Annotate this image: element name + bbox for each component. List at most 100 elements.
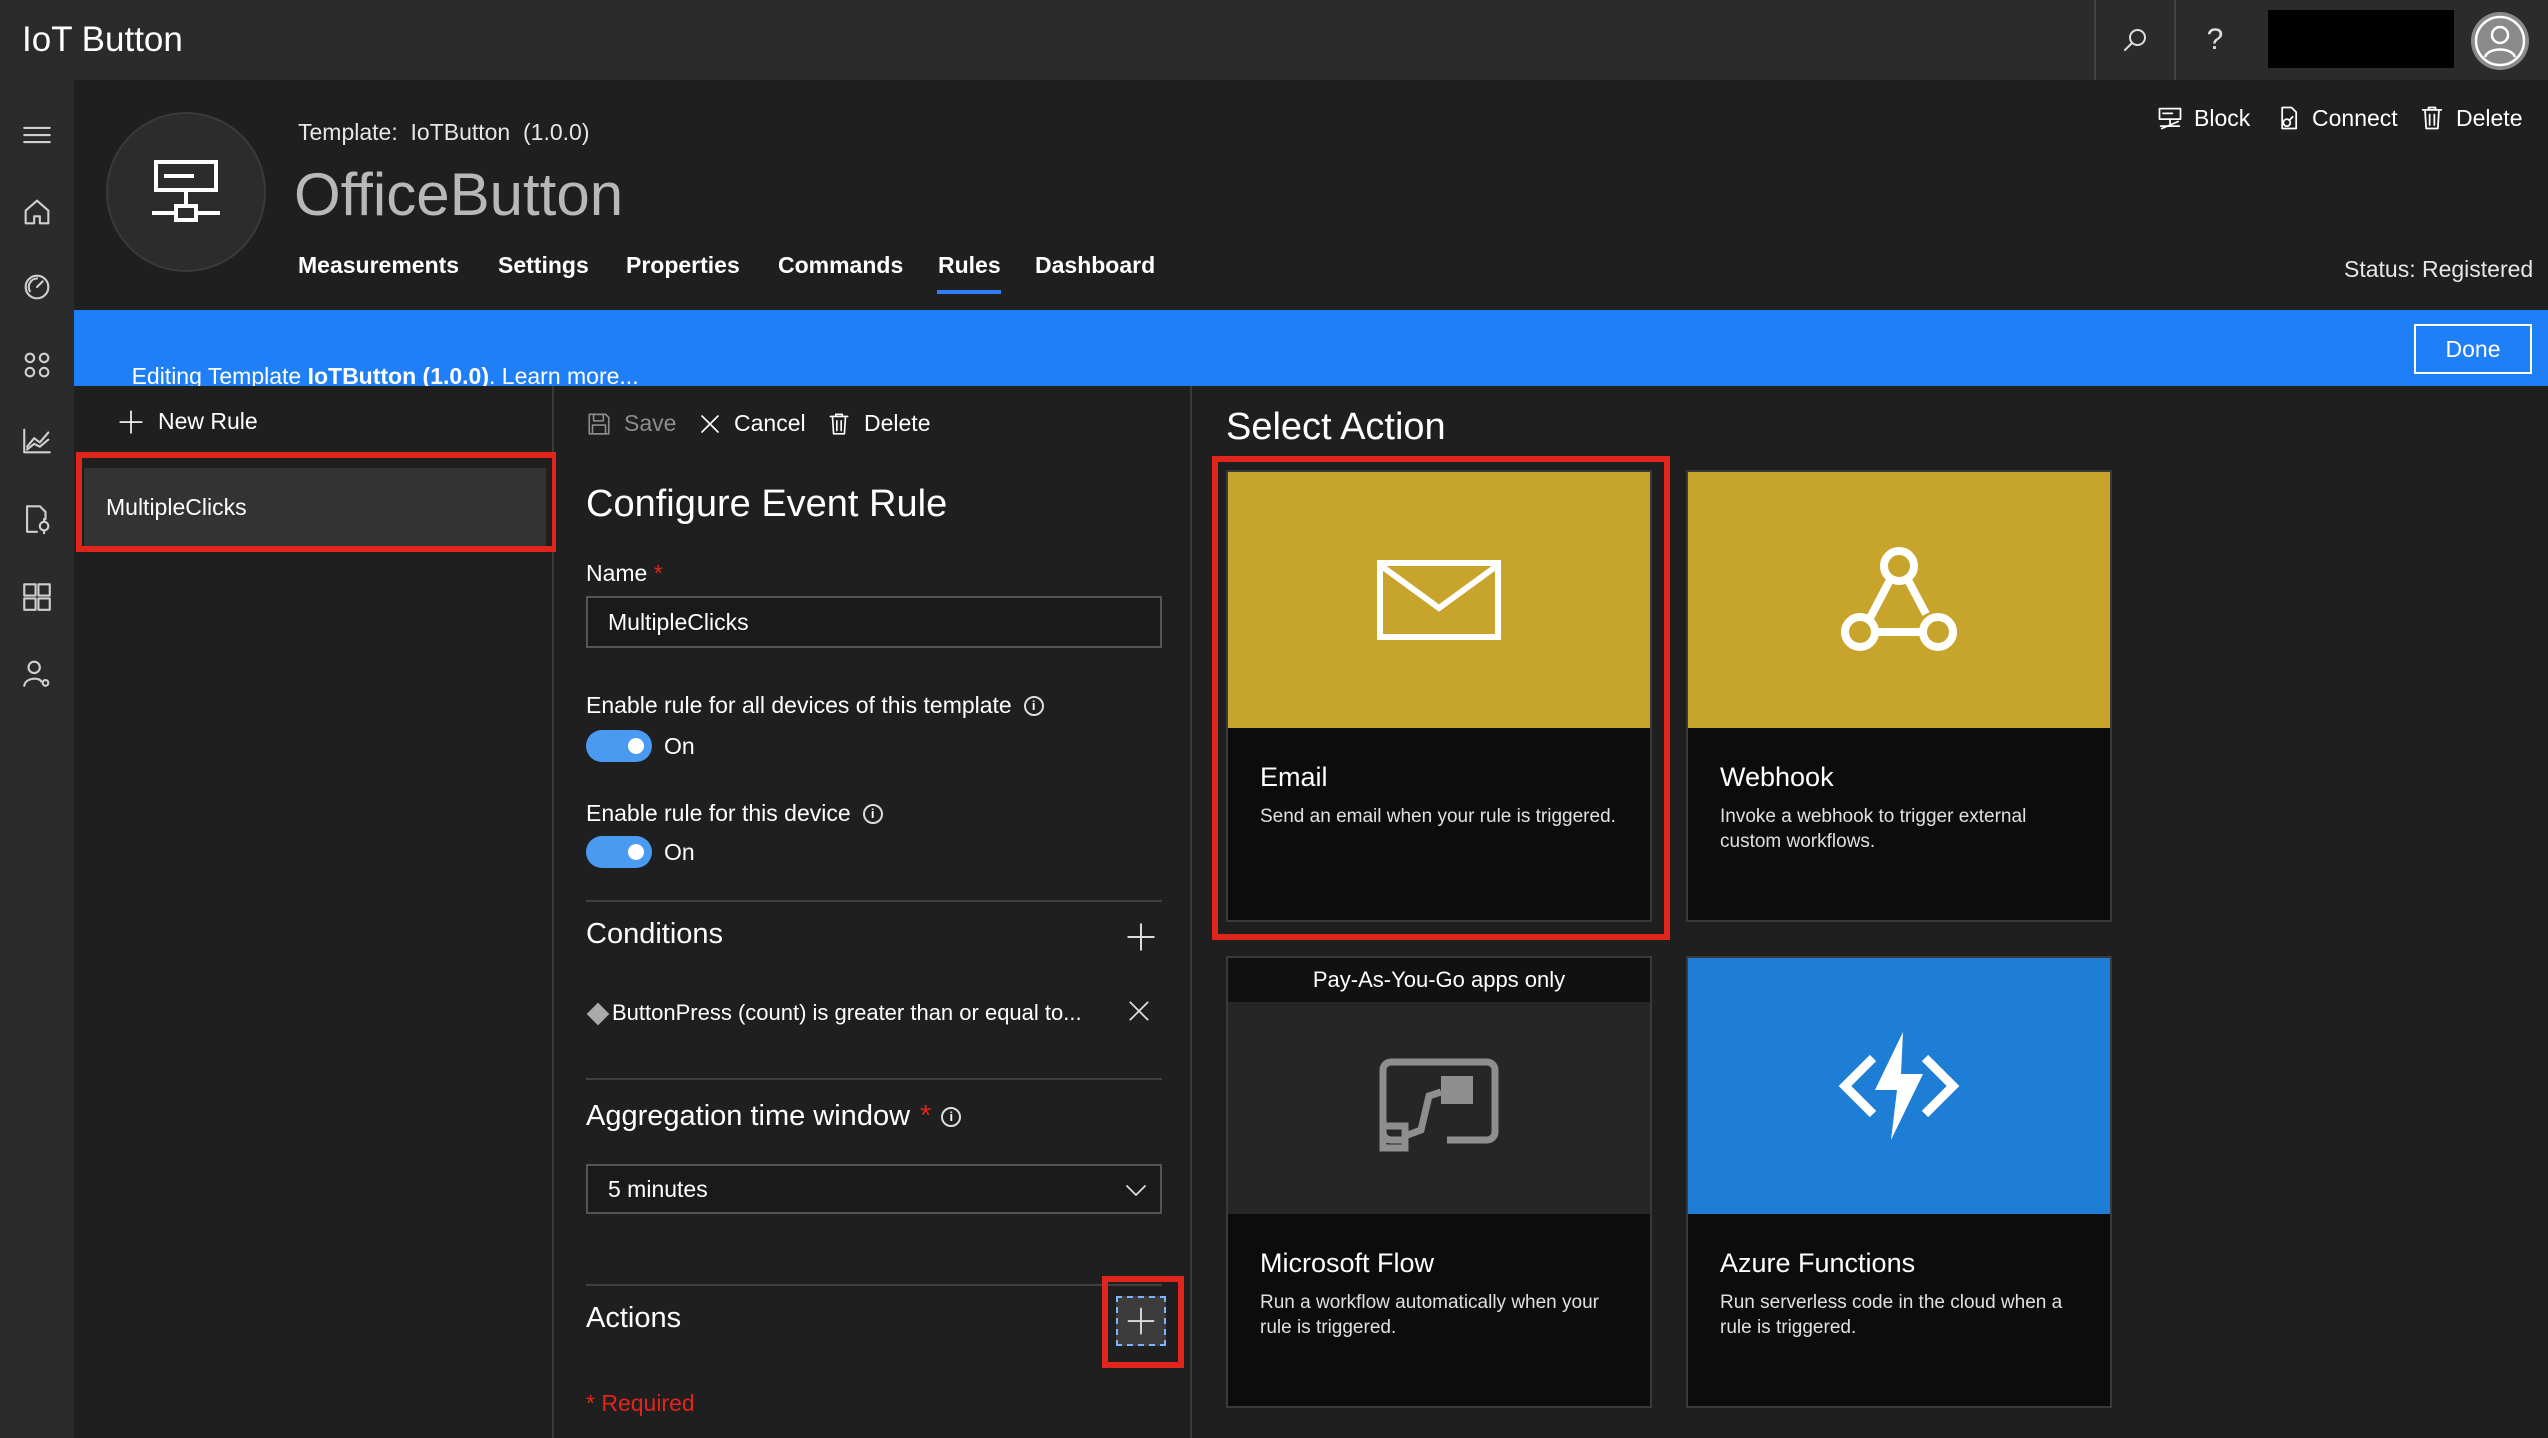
template-label: Template: IoTButton (1.0.0): [298, 119, 590, 145]
save-button[interactable]: Save: [586, 410, 676, 437]
email-card-highlight: [1212, 456, 1670, 940]
enable-device-state: On: [664, 839, 695, 865]
save-icon: [588, 412, 610, 435]
plus-icon: [119, 409, 143, 434]
actions-title: Actions: [586, 1302, 682, 1334]
delete-rule-label: Delete: [864, 410, 931, 436]
functions-icon: [1838, 1032, 1960, 1140]
search-icon: [2124, 29, 2146, 51]
menu-icon[interactable]: [20, 118, 54, 152]
account-name-redacted[interactable]: [2268, 10, 2454, 68]
enable-device-label-text: Enable rule for this device: [586, 800, 851, 826]
divider: [586, 1078, 1162, 1080]
cancel-label: Cancel: [734, 410, 806, 436]
functions-card-desc: Run serverless code in the cloud when a …: [1720, 1292, 2063, 1338]
tab-properties[interactable]: Properties: [626, 252, 740, 279]
trash-icon: [2421, 106, 2443, 130]
delete-device-button[interactable]: Delete: [2418, 104, 2522, 132]
tab-commands[interactable]: Commands: [778, 252, 903, 279]
payg-band: Pay-As-You-Go apps only: [1228, 958, 1650, 1002]
close-icon: [701, 414, 719, 433]
done-button[interactable]: Done: [2414, 324, 2532, 374]
remove-condition-button[interactable]: [1126, 998, 1152, 1024]
name-label-text: Name: [586, 560, 648, 586]
enable-all-label: Enable rule for all devices of this temp…: [586, 692, 1044, 719]
enable-all-toggle[interactable]: [586, 730, 652, 762]
divider: [586, 900, 1162, 902]
info-icon[interactable]: i: [941, 1106, 962, 1127]
enable-all-state: On: [664, 733, 695, 759]
rule-name-input[interactable]: [586, 596, 1162, 648]
condition-item[interactable]: ButtonPress (count) is greater than or e…: [612, 1000, 1082, 1026]
webhook-icon: [1841, 547, 1957, 651]
flow-card-desc: Run a workflow automatically when your r…: [1260, 1292, 1599, 1338]
webhook-action-card[interactable]: Webhook Invoke a webhook to trigger exte…: [1686, 470, 2112, 922]
flow-card-title: Microsoft Flow: [1260, 1248, 1435, 1278]
user-icon: [2474, 15, 2526, 67]
tab-measurements[interactable]: Measurements: [298, 252, 459, 279]
functions-card-title: Azure Functions: [1720, 1248, 1916, 1278]
search-button[interactable]: [2094, 0, 2174, 80]
azure-functions-action-card[interactable]: Azure Functions Run serverless code in t…: [1686, 956, 2112, 1408]
app-title: IoT Button: [22, 20, 183, 59]
delete-rule-button[interactable]: Delete: [826, 410, 930, 437]
analytics-icon[interactable]: [20, 424, 54, 458]
tab-settings[interactable]: Settings: [498, 252, 589, 279]
enable-device-toggle[interactable]: [586, 836, 652, 868]
block-label: Block: [2194, 104, 2251, 131]
device-name: OfficeButton: [294, 161, 624, 228]
avatar[interactable]: [2471, 12, 2529, 70]
info-icon[interactable]: i: [862, 803, 883, 824]
enable-device-label: Enable rule for this device i: [586, 800, 883, 827]
webhook-card-header: [1688, 472, 2110, 728]
left-nav-rail: [0, 80, 74, 1438]
home-icon[interactable]: [20, 195, 54, 229]
flow-icon: [1379, 1058, 1499, 1152]
webhook-card-desc: Invoke a webhook to trigger external cus…: [1720, 806, 2027, 852]
add-action-highlight: [1102, 1276, 1184, 1368]
new-rule-button[interactable]: New Rule: [118, 408, 258, 435]
delete-label: Delete: [2456, 104, 2523, 131]
device-icon: [152, 160, 220, 222]
connect-icon: [2281, 106, 2298, 130]
close-icon: [1129, 1001, 1149, 1021]
required-asterisk: *: [653, 560, 663, 586]
required-note: * Required: [586, 1390, 695, 1416]
enable-all-label-text: Enable rule for all devices of this temp…: [586, 692, 1012, 718]
block-button[interactable]: Block: [2156, 104, 2250, 132]
microsoft-flow-action-card[interactable]: Pay-As-You-Go apps only Microsoft Flow R…: [1226, 956, 1652, 1408]
tab-dashboard[interactable]: Dashboard: [1035, 252, 1155, 279]
cancel-button[interactable]: Cancel: [698, 410, 806, 437]
connect-button[interactable]: Connect: [2274, 104, 2398, 132]
device-avatar: [106, 112, 266, 272]
name-label: Name *: [586, 560, 663, 587]
aggregation-select[interactable]: 5 minutes: [586, 1164, 1162, 1214]
plus-icon: [1127, 923, 1155, 951]
rule-item-highlight: [76, 452, 558, 552]
functions-card-header: [1688, 958, 2110, 1214]
help-button[interactable]: ?: [2174, 0, 2254, 80]
configure-rule-panel: [556, 386, 1192, 1438]
apps-icon[interactable]: [20, 348, 54, 382]
conditions-title: Conditions: [586, 918, 724, 950]
save-label: Save: [624, 410, 677, 436]
help-icon: ?: [2206, 23, 2224, 56]
configure-title: Configure Event Rule: [586, 483, 948, 525]
block-icon: [2158, 107, 2182, 130]
add-condition-button[interactable]: [1124, 920, 1158, 954]
dashboard-icon[interactable]: [20, 270, 54, 304]
info-icon[interactable]: i: [1023, 695, 1044, 716]
required-asterisk: *: [920, 1100, 932, 1132]
templates-icon[interactable]: [20, 580, 54, 614]
active-tab-indicator: [937, 290, 1001, 294]
jobs-icon[interactable]: [20, 502, 54, 536]
chevron-down-icon: [1124, 1178, 1148, 1202]
tab-rules[interactable]: Rules: [938, 252, 1001, 279]
webhook-card-title: Webhook: [1720, 762, 1834, 792]
trash-icon: [829, 412, 849, 435]
aggregation-title: Aggregation time window * i: [586, 1100, 962, 1133]
new-rule-label: New Rule: [158, 408, 258, 434]
admin-icon[interactable]: [20, 656, 54, 690]
divider: [586, 1284, 1162, 1286]
select-action-title: Select Action: [1226, 406, 1446, 448]
